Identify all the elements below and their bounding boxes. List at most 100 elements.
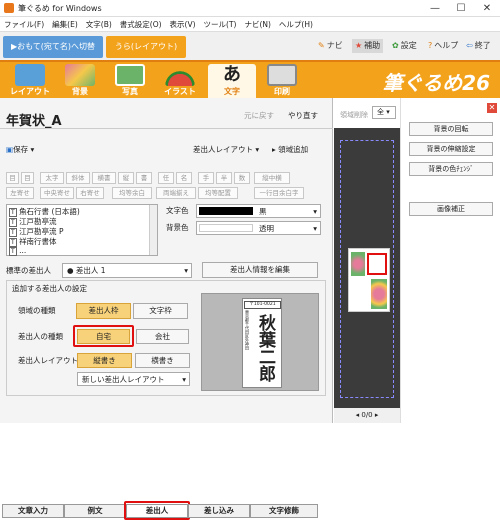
settings-link[interactable]: ✿ 設定 bbox=[392, 39, 417, 53]
align-left-button[interactable]: 左寄せ bbox=[6, 187, 34, 199]
close-icon[interactable]: ✕ bbox=[487, 103, 497, 113]
bg-color-select[interactable]: 透明 ▾ bbox=[196, 221, 321, 235]
tool-illustration[interactable]: イラスト bbox=[156, 64, 204, 98]
tool-background[interactable]: 背景 bbox=[56, 64, 104, 98]
distribute-button[interactable]: 均等配置 bbox=[198, 187, 238, 199]
menu-tools[interactable]: ツール(T) bbox=[200, 17, 241, 32]
text-color-select[interactable]: 黒 ▾ bbox=[196, 204, 321, 218]
layout-select[interactable]: 新しい差出人レイアウト ▾ bbox=[77, 372, 190, 386]
sender-layout-label: 差出人レイアウト bbox=[18, 356, 78, 365]
horizontal-button[interactable]: 横書 bbox=[92, 172, 116, 184]
tab-text-input[interactable]: 文章入力 bbox=[2, 504, 64, 518]
font-type-icon: T bbox=[9, 247, 17, 256]
exit-link[interactable]: ⇦ 終了 bbox=[466, 39, 491, 53]
font-list-item[interactable]: T ... bbox=[9, 246, 26, 257]
font-list-scrollbar[interactable] bbox=[149, 205, 157, 255]
format-btn[interactable]: 名 bbox=[176, 172, 192, 184]
menu-format[interactable]: 書式設定(O) bbox=[116, 17, 166, 32]
tab-example[interactable]: 例文 bbox=[64, 504, 126, 518]
highlight-frame bbox=[124, 501, 190, 520]
mode-bar: ▶おもて(宛て名)へ切替 うら(レイアウト) ✎ ナビ ★ 補助 ✿ 設定 ? ヘルプ … bbox=[0, 32, 500, 60]
format-btn[interactable]: 目 bbox=[21, 172, 34, 184]
navi-icon: ✎ bbox=[318, 41, 325, 50]
first-line-indent-button[interactable]: 一行目余白字 bbox=[254, 187, 304, 199]
preview-address: 東京都千代田区外神田 bbox=[245, 310, 250, 350]
sender-type-home[interactable]: 自宅 bbox=[77, 329, 130, 344]
window-title: 筆ぐるめ for Windows bbox=[18, 4, 102, 13]
flower-illustration bbox=[371, 279, 387, 309]
sender-layout-button[interactable]: 差出人レイアウト ▾ bbox=[193, 144, 259, 155]
menu-bar: ファイル(F) 編集(E) 文字(B) 書式設定(O) 表示(V) ツール(T) ナビ(N)… bbox=[0, 17, 500, 32]
save-button[interactable]: ▣保存 ▾ bbox=[6, 144, 34, 155]
tool-layout[interactable]: レイアウト bbox=[6, 64, 54, 98]
bold-button[interactable]: 太字 bbox=[40, 172, 64, 184]
layout-vertical[interactable]: 縦書き bbox=[77, 353, 132, 368]
area-type-label: 領域の種類 bbox=[18, 306, 56, 315]
format-btn[interactable]: 任 bbox=[158, 172, 174, 184]
menu-edit[interactable]: 編集(E) bbox=[48, 17, 82, 32]
undo-button[interactable]: 元に戻す bbox=[244, 110, 274, 121]
area-type-text-frame[interactable]: 文字枠 bbox=[133, 303, 188, 319]
switch-to-address-button[interactable]: ▶おもて(宛て名)へ切替 bbox=[3, 36, 103, 58]
sender-preview: 〒101-0021 東京都千代田区外神田 秋葉二郎 bbox=[201, 293, 319, 391]
menu-help[interactable]: ヘルプ(H) bbox=[275, 17, 317, 32]
even-margin-button[interactable]: 均等余白 bbox=[112, 187, 152, 199]
italic-button[interactable]: 斜体 bbox=[66, 172, 90, 184]
chevron-down-icon: ▾ bbox=[313, 224, 317, 233]
align-center-button[interactable]: 中央寄せ bbox=[40, 187, 74, 199]
color-swatch bbox=[199, 224, 253, 232]
format-btn[interactable]: 手 bbox=[198, 172, 214, 184]
layout-horizontal[interactable]: 横書き bbox=[135, 353, 190, 368]
bg-color-change-button[interactable]: 背景の色ﾁｪﾝｼﾞ bbox=[409, 162, 493, 176]
brush-text-icon: あ bbox=[223, 64, 241, 85]
chevron-down-icon: ▾ bbox=[28, 145, 35, 154]
image-correction-button[interactable]: 画像補正 bbox=[409, 202, 493, 216]
justify-button[interactable]: 両端揃え bbox=[156, 187, 196, 199]
format-btn[interactable]: 書 bbox=[136, 172, 152, 184]
help-link[interactable]: ? ヘルプ bbox=[428, 39, 458, 53]
close-button[interactable]: ✕ bbox=[474, 0, 500, 17]
selected-sender-frame[interactable] bbox=[367, 253, 387, 275]
menu-view[interactable]: 表示(V) bbox=[166, 17, 200, 32]
tool-print[interactable]: 印刷 bbox=[258, 64, 306, 98]
area-type-sender-frame[interactable]: 差出人枠 bbox=[76, 303, 131, 319]
text-color-label: 文字色 bbox=[166, 206, 189, 215]
preview-name: 秋葉二郎 bbox=[255, 314, 275, 382]
sender-type-company[interactable]: 会社 bbox=[136, 329, 189, 344]
background-icon bbox=[65, 64, 95, 86]
format-btn[interactable]: 目 bbox=[6, 172, 19, 184]
menu-text[interactable]: 文字(B) bbox=[82, 17, 116, 32]
minimize-button[interactable]: — bbox=[422, 0, 448, 17]
tab-merge[interactable]: 差し込み bbox=[188, 504, 250, 518]
add-sender-section-title: 追加する差出人の設定 bbox=[10, 284, 89, 294]
next-page-icon[interactable]: ▸ bbox=[373, 411, 379, 419]
tool-photo[interactable]: 写真 bbox=[106, 64, 154, 98]
redo-button[interactable]: やり直す bbox=[288, 110, 318, 121]
format-btn[interactable]: 半 bbox=[216, 172, 232, 184]
menu-file[interactable]: ファイル(F) bbox=[0, 17, 48, 32]
navi-link[interactable]: ✎ ナビ bbox=[318, 39, 343, 53]
format-btn[interactable]: 数 bbox=[234, 172, 250, 184]
page-select[interactable]: 全 ▾ bbox=[372, 106, 396, 119]
vertical-button[interactable]: 縦 bbox=[118, 172, 134, 184]
doc-title: 年賀状_A bbox=[6, 114, 62, 129]
tab-decoration[interactable]: 文字修飾 bbox=[250, 504, 318, 518]
bg-rotate-button[interactable]: 背景の回転 bbox=[409, 122, 493, 136]
maximize-button[interactable]: ☐ bbox=[448, 0, 474, 17]
tate-chu-yoko-button[interactable]: 縦中横 bbox=[254, 172, 290, 184]
edit-sender-button[interactable]: 差出人情報を編集 bbox=[202, 262, 318, 278]
hojo-link[interactable]: ★ 補助 bbox=[352, 39, 384, 53]
tool-text[interactable]: あ 文字 bbox=[208, 64, 256, 98]
bg-scale-button[interactable]: 背景の伸縮設定 bbox=[409, 142, 493, 156]
back-layout-tab[interactable]: うら(レイアウト) bbox=[106, 36, 186, 58]
postcard-thumbnail[interactable] bbox=[348, 248, 390, 312]
card-preview-panel: 領域削除 全 ▾ ◂ 0/0 ▸ bbox=[334, 98, 400, 423]
area-delete-button[interactable]: 領域削除 bbox=[340, 110, 368, 120]
align-right-button[interactable]: 右寄せ bbox=[76, 187, 104, 199]
main-toolbar: レイアウト 背景 写真 イラスト あ 文字 印刷 筆ぐるめ26 bbox=[0, 60, 500, 98]
add-area-button[interactable]: ▸ 領域追加 bbox=[272, 144, 308, 155]
menu-navi[interactable]: ナビ(N) bbox=[240, 17, 274, 32]
card-area bbox=[334, 128, 400, 413]
font-list[interactable]: T 魚石行書 (日本語) T 江戸勘亭流 T 江戸勘亭流 P T 祥南行書体 T… bbox=[6, 204, 158, 256]
default-sender-select[interactable]: ● 差出人 1 ▾ bbox=[62, 263, 192, 278]
